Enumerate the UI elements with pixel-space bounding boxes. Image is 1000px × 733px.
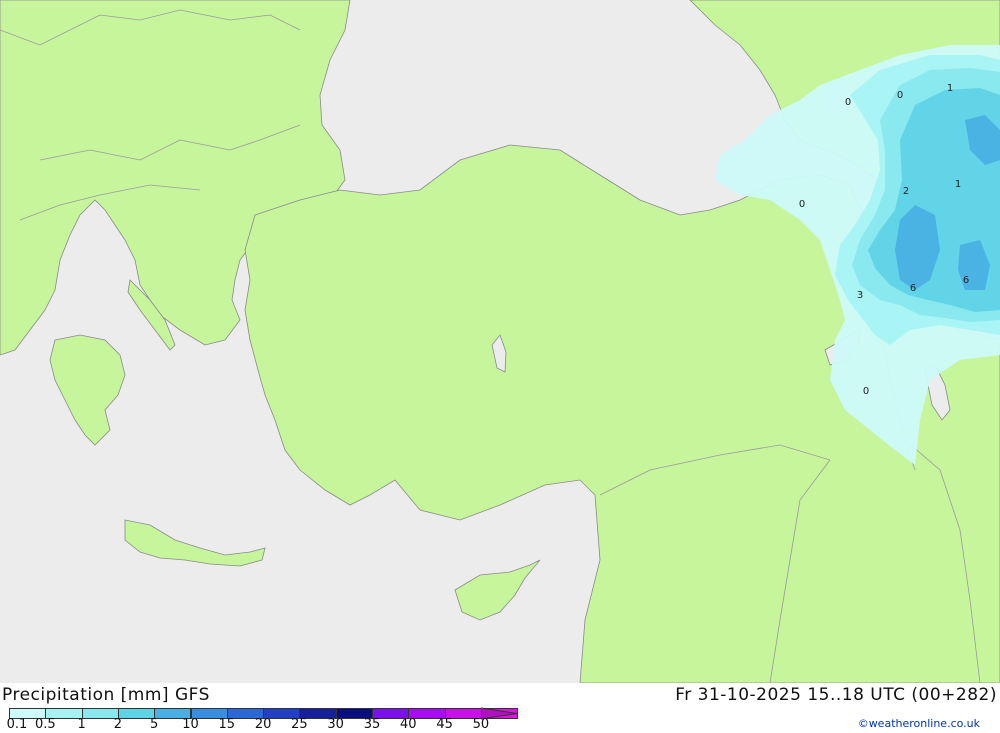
scale-tick-label: 2 xyxy=(113,717,123,732)
scale-tick-label: 30 xyxy=(327,717,344,732)
precipitation-map: 0 0 1 1 2 0 6 6 3 0 xyxy=(0,0,1000,683)
scale-tick-label: 15 xyxy=(218,717,236,732)
scale-tick-label: 45 xyxy=(436,717,453,732)
map-title: Precipitation [mm] GFS xyxy=(2,685,210,705)
scale-tick-label: 5 xyxy=(150,717,159,732)
credit-link[interactable]: ©weatheronline.co.uk xyxy=(858,717,980,730)
scale-tick-label: 35 xyxy=(363,717,381,732)
scale-tick-label: 40 xyxy=(400,717,417,732)
scale-tick-label: 50 xyxy=(472,717,490,732)
map-value-label: 0 xyxy=(799,199,805,210)
map-value-label: 1 xyxy=(947,83,953,94)
map-value-label: 6 xyxy=(963,275,969,286)
scale-tick-label: 20 xyxy=(254,717,272,732)
map-value-label: 0 xyxy=(897,90,903,101)
map-value-label: 6 xyxy=(910,283,916,294)
forecast-time: Fr 31-10-2025 15..18 UTC (00+282) xyxy=(675,685,997,705)
map-value-label: 1 xyxy=(955,179,961,190)
scale-tick-label: 0.5 xyxy=(34,717,56,732)
scale-tick-label: 10 xyxy=(182,717,199,732)
map-value-label: 3 xyxy=(857,290,863,301)
scale-tick-label: 1 xyxy=(77,717,86,732)
map-value-label: 0 xyxy=(863,386,869,397)
map-value-label: 2 xyxy=(903,186,909,197)
map-value-label: 0 xyxy=(845,97,851,108)
scale-tick-label: 25 xyxy=(291,717,308,732)
legend-footer: Precipitation [mm] GFS Fr 31-10-2025 15.… xyxy=(0,683,1000,733)
scale-tick-label: 0.1 xyxy=(6,717,28,732)
